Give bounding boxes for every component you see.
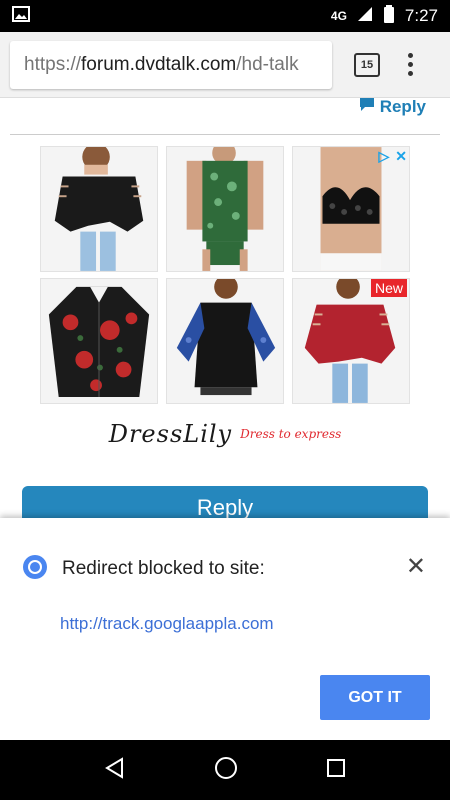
status-bar: 4G 7:27 bbox=[0, 0, 450, 32]
url-path: /hd-talk bbox=[236, 53, 299, 75]
black-cutout-top-image bbox=[41, 147, 157, 271]
product-tile[interactable] bbox=[40, 146, 158, 272]
ad-choices[interactable]: ▷ ✕ bbox=[378, 149, 407, 165]
brand-logo: DressLily Dress to express bbox=[40, 412, 410, 456]
brand-name: DressLily bbox=[108, 420, 233, 448]
page-content: Reply ▷ ✕ New DressLily Dress to express… bbox=[0, 96, 450, 534]
browser-toolbar: https://forum.dvdtalk.com/hd-talk 15 bbox=[0, 32, 450, 98]
brand-tagline: Dress to express bbox=[240, 427, 342, 441]
url-bar[interactable]: https://forum.dvdtalk.com/hd-talk bbox=[10, 40, 332, 89]
overflow-menu-icon[interactable] bbox=[408, 53, 413, 76]
reply-link[interactable]: Reply bbox=[358, 96, 426, 117]
battery-icon bbox=[383, 4, 395, 28]
reply-link-label: Reply bbox=[379, 96, 426, 116]
close-icon[interactable]: ✕ bbox=[406, 554, 426, 578]
divider bbox=[10, 134, 440, 135]
black-lace-bralette-image bbox=[293, 147, 409, 271]
image-notification-icon bbox=[12, 6, 30, 26]
ad-close-icon[interactable]: ✕ bbox=[395, 149, 407, 165]
sheet-title: Redirect blocked to site: bbox=[62, 558, 265, 579]
back-icon[interactable] bbox=[104, 757, 126, 783]
ad-choices-icon[interactable]: ▷ bbox=[378, 149, 389, 165]
product-tile[interactable]: New bbox=[292, 278, 410, 404]
got-it-button[interactable]: GOT IT bbox=[320, 675, 430, 720]
chrome-icon bbox=[22, 554, 48, 584]
network-type: 4G bbox=[330, 9, 347, 23]
blocked-url-link[interactable]: http://track.googlaappla.com bbox=[60, 614, 274, 634]
url-domain: forum.dvdtalk.com bbox=[81, 53, 237, 75]
speech-bubble-icon bbox=[358, 96, 376, 117]
product-tile[interactable] bbox=[40, 278, 158, 404]
redirect-blocked-sheet: Redirect blocked to site: ✕ http://track… bbox=[0, 518, 450, 740]
tab-switcher-button[interactable]: 15 bbox=[354, 52, 380, 77]
ad-banner[interactable]: ▷ ✕ New DressLily Dress to express bbox=[40, 146, 410, 476]
product-tile[interactable]: ▷ ✕ bbox=[292, 146, 410, 272]
new-badge: New bbox=[370, 279, 407, 297]
green-print-tank-image bbox=[167, 147, 283, 271]
red-cutout-top-image bbox=[293, 279, 409, 403]
url-scheme: https:// bbox=[24, 53, 82, 75]
signal-icon bbox=[357, 6, 373, 27]
floral-shirt-image bbox=[41, 279, 157, 403]
product-tile[interactable] bbox=[166, 278, 284, 404]
product-tile[interactable] bbox=[166, 146, 284, 272]
recents-icon[interactable] bbox=[326, 758, 346, 782]
clock: 7:27 bbox=[404, 6, 438, 25]
system-nav-bar bbox=[0, 740, 450, 800]
home-icon[interactable] bbox=[214, 756, 238, 784]
product-grid: ▷ ✕ New bbox=[40, 146, 410, 404]
black-blue-sleeve-top-image bbox=[167, 279, 283, 403]
